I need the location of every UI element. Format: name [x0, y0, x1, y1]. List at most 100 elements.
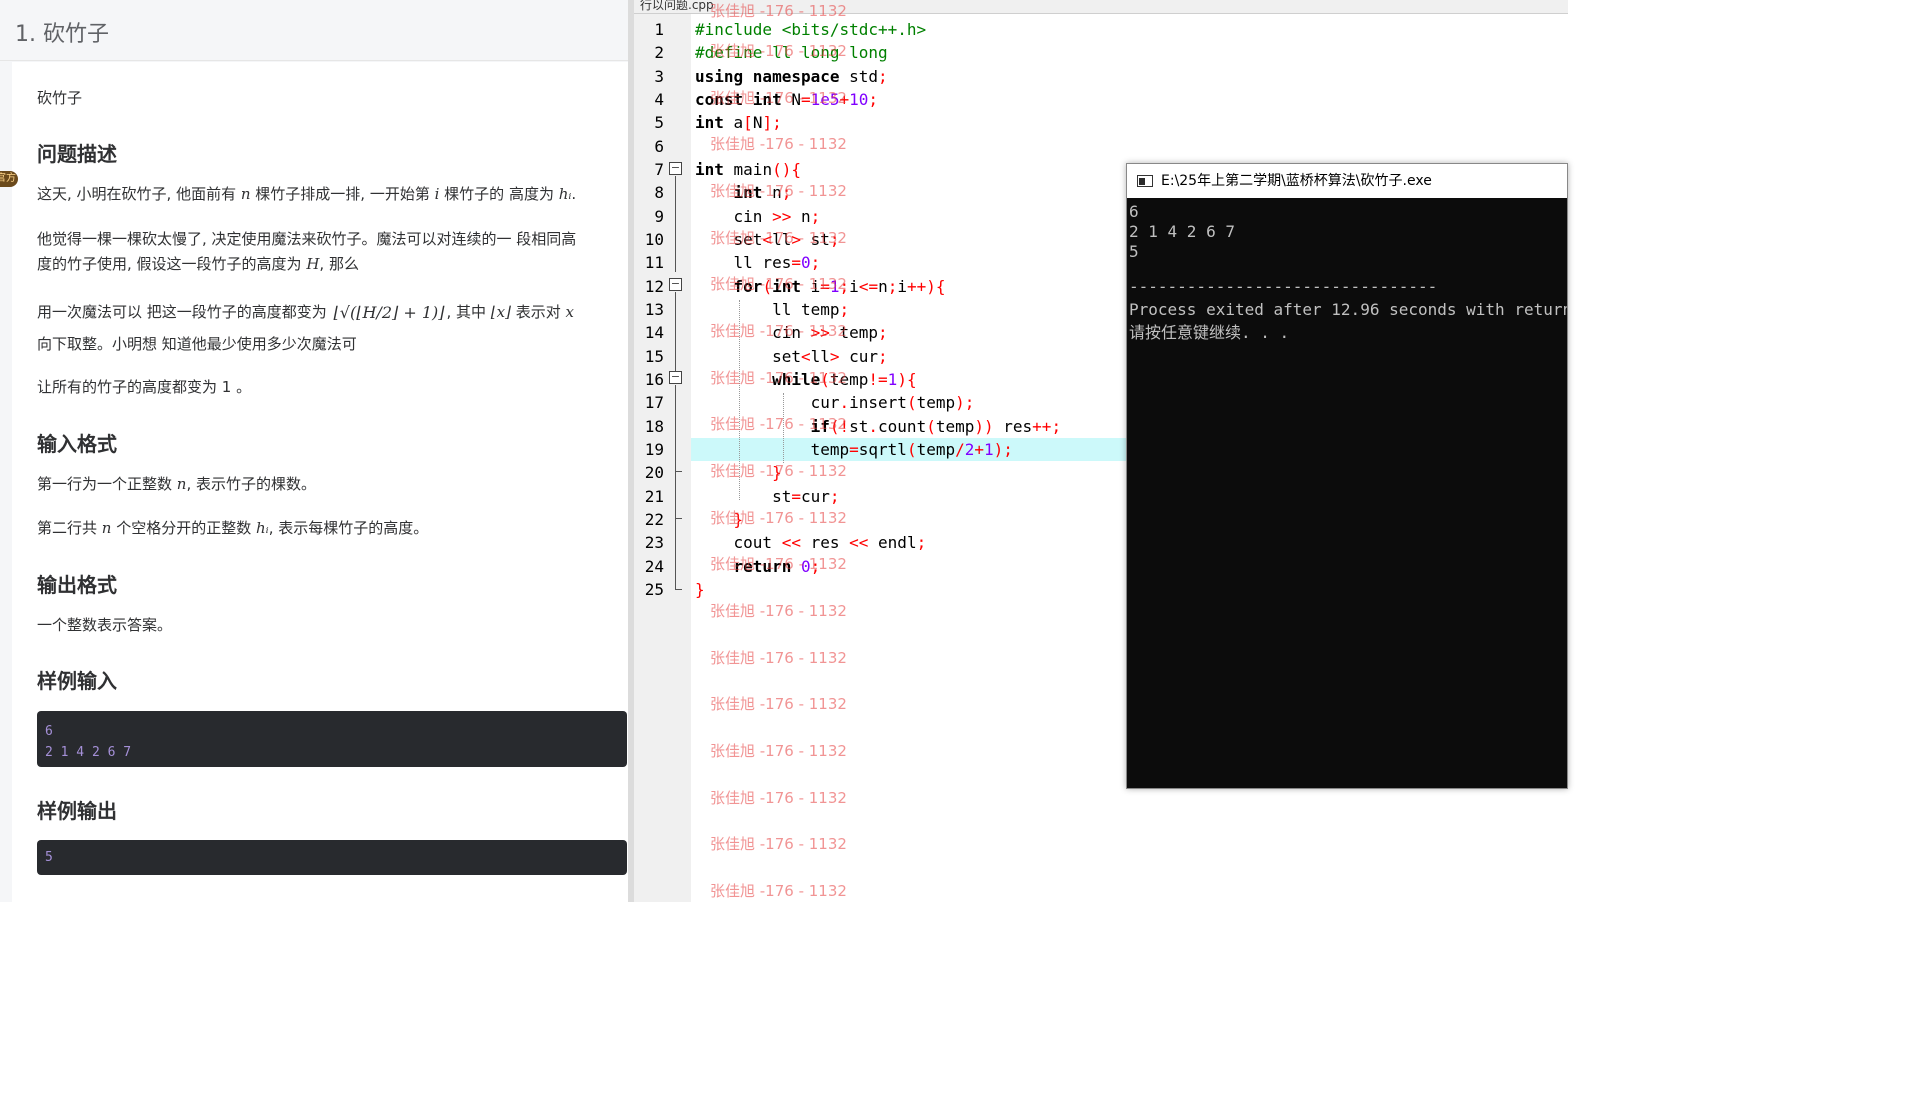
sample-input-line: 2 1 4 2 6 7: [45, 745, 132, 760]
line-number: 25: [644, 580, 664, 599]
code-line[interactable]: cin >> n;: [695, 207, 821, 226]
official-badge: 官方: [0, 171, 18, 187]
code-line[interactable]: cout << res << endl;: [695, 533, 927, 552]
code-line[interactable]: }: [695, 580, 705, 599]
line-number: 17: [644, 393, 664, 412]
code-line[interactable]: int a[N];: [695, 113, 782, 132]
code-line[interactable]: int n;: [695, 183, 792, 202]
description-line-4: 用一次魔法可以 把这一段竹子的高度都变为 ⌊√(⌊H/2⌋ + 1)⌋, 其中 …: [37, 300, 574, 325]
fold-guide: [675, 292, 676, 372]
code-line-current[interactable]: temp=sqrtl(temp/2+1);: [695, 440, 1013, 459]
section-heading-sample-output: 样例输出: [37, 799, 117, 823]
code-line[interactable]: cin >> temp;: [695, 323, 888, 342]
description-line-1: 这天, 小明在砍竹子, 他面前有 n 棵竹子排成一排, 一开始第 i 棵竹子的 …: [37, 185, 577, 203]
line-number: 4: [654, 90, 664, 109]
fold-guide: [675, 472, 676, 518]
line-number: 2: [654, 43, 664, 62]
code-line[interactable]: }: [695, 463, 782, 482]
console-line: Process exited after 12.96 seconds with …: [1129, 300, 1568, 319]
watermark: 张佳旭 -176 - 1132: [710, 135, 847, 153]
output-format-line: 一个整数表示答案。: [37, 616, 173, 634]
code-line[interactable]: return 0;: [695, 557, 821, 576]
sample-input-block[interactable]: 6 2 1 4 2 6 7: [37, 711, 627, 767]
code-line[interactable]: for(int i=1;i<=n;i++){: [695, 277, 946, 296]
section-heading-sample-input: 样例输入: [37, 669, 117, 693]
code-line[interactable]: cur.insert(temp);: [695, 393, 975, 412]
console-line: 2 1 4 2 6 7: [1129, 222, 1235, 241]
fold-end: [675, 589, 682, 590]
watermark: 张佳旭 -176 - 1132: [710, 835, 847, 853]
problem-subtitle: 砍竹子: [37, 89, 83, 107]
watermark: 张佳旭 -176 - 1132: [710, 695, 847, 713]
code-line[interactable]: if(!st.count(temp)) res++;: [695, 417, 1061, 436]
code-line[interactable]: const int N=1e5+10;: [695, 90, 878, 109]
code-line[interactable]: using namespace std;: [695, 67, 888, 86]
watermark: 张佳旭 -176 - 1132: [710, 742, 847, 760]
line-number: 24: [644, 557, 664, 576]
description-line-2: 他觉得一棵一棵砍太慢了, 决定使用魔法来砍竹子。魔法可以对连续的一 段相同高: [37, 230, 577, 248]
line-number: 20: [644, 463, 664, 482]
console-line: 6: [1129, 202, 1139, 221]
line-number: 18: [644, 417, 664, 436]
watermark: 张佳旭 -176 - 1132: [710, 649, 847, 667]
sample-output-line: 5: [45, 850, 53, 865]
watermark: 张佳旭 -176 - 1132: [710, 789, 847, 807]
line-number: 23: [644, 533, 664, 552]
section-heading-output: 输出格式: [37, 573, 117, 597]
line-number: 13: [644, 300, 664, 319]
line-number: 1: [654, 20, 664, 39]
console-line: 5: [1129, 242, 1139, 261]
editor-tab[interactable]: 行以问题.cpp: [634, 0, 1568, 14]
code-line[interactable]: st=cur;: [695, 487, 839, 506]
line-number: 10: [644, 230, 664, 249]
input-format-line-1: 第一行为一个正整数 n, 表示竹子的棵数。: [37, 475, 316, 493]
fold-end: [675, 471, 682, 472]
code-line[interactable]: while(temp!=1){: [695, 370, 917, 389]
section-heading-input: 输入格式: [37, 432, 117, 456]
line-number: 3: [654, 67, 664, 86]
console-title: E:\25年上第二学期\蓝桥杯算法\砍竹子.exe: [1161, 173, 1432, 189]
problem-panel: 1. 砍竹子 官方 砍竹子 问题描述 这天, 小明在砍竹子, 他面前有 n 棵竹…: [0, 0, 628, 902]
fold-toggle-icon[interactable]: −: [669, 278, 682, 291]
description-line-5: 向下取整。小明想 知道他最少使用多少次魔法可: [37, 335, 357, 353]
fold-end: [675, 518, 682, 519]
fold-guide: [675, 385, 676, 471]
magic-formula: ⌊√(⌊H/2⌋ + 1)⌋: [333, 303, 445, 322]
line-number: 6: [654, 137, 664, 156]
section-heading-description: 问题描述: [37, 142, 117, 166]
input-format-line-2: 第二行共 n 个空格分开的正整数 hᵢ, 表示每棵竹子的高度。: [37, 519, 429, 537]
line-number: 11: [644, 253, 664, 272]
code-line[interactable]: }: [695, 510, 744, 529]
console-titlebar[interactable]: E:\25年上第二学期\蓝桥杯算法\砍竹子.exe: [1127, 164, 1567, 198]
code-line[interactable]: set<ll> st;: [695, 230, 840, 249]
code-line[interactable]: ll temp;: [695, 300, 849, 319]
line-number: 5: [654, 113, 664, 132]
line-number: 14: [644, 323, 664, 342]
code-line[interactable]: [695, 137, 705, 156]
line-number: 21: [644, 487, 664, 506]
watermark: 张佳旭 -176 - 1132: [710, 882, 847, 900]
line-number: 22: [644, 510, 664, 529]
code-line[interactable]: #include <bits/stdc++.h>: [695, 20, 926, 39]
console-separator: --------------------------------: [1129, 277, 1438, 296]
code-line[interactable]: set<ll> cur;: [695, 347, 888, 366]
console-window[interactable]: E:\25年上第二学期\蓝桥杯算法\砍竹子.exe 6 2 1 4 2 6 7 …: [1126, 163, 1568, 789]
description-line-3: 度的竹子使用, 假设这一段竹子的高度为 H, 那么: [37, 255, 359, 273]
description-line-6: 让所有的竹子的高度都变为 1 。: [37, 378, 252, 396]
line-number: 9: [654, 207, 664, 226]
fold-guide: [675, 519, 676, 589]
fold-guide: [675, 176, 676, 272]
problem-title: 1. 砍竹子: [15, 22, 109, 47]
code-line[interactable]: #define ll long long: [695, 43, 888, 62]
console-prompt: 请按任意键继续. . .: [1129, 323, 1290, 342]
divider: [0, 60, 628, 61]
sample-input-line: 6: [45, 724, 53, 739]
line-number: 15: [644, 347, 664, 366]
sample-output-block[interactable]: 5: [37, 840, 627, 875]
fold-toggle-icon[interactable]: −: [669, 162, 682, 175]
fold-toggle-icon[interactable]: −: [669, 371, 682, 384]
line-number: 7: [654, 160, 664, 179]
line-number: 8: [654, 183, 664, 202]
code-line[interactable]: int main(){: [695, 160, 801, 179]
code-line[interactable]: ll res=0;: [695, 253, 821, 272]
